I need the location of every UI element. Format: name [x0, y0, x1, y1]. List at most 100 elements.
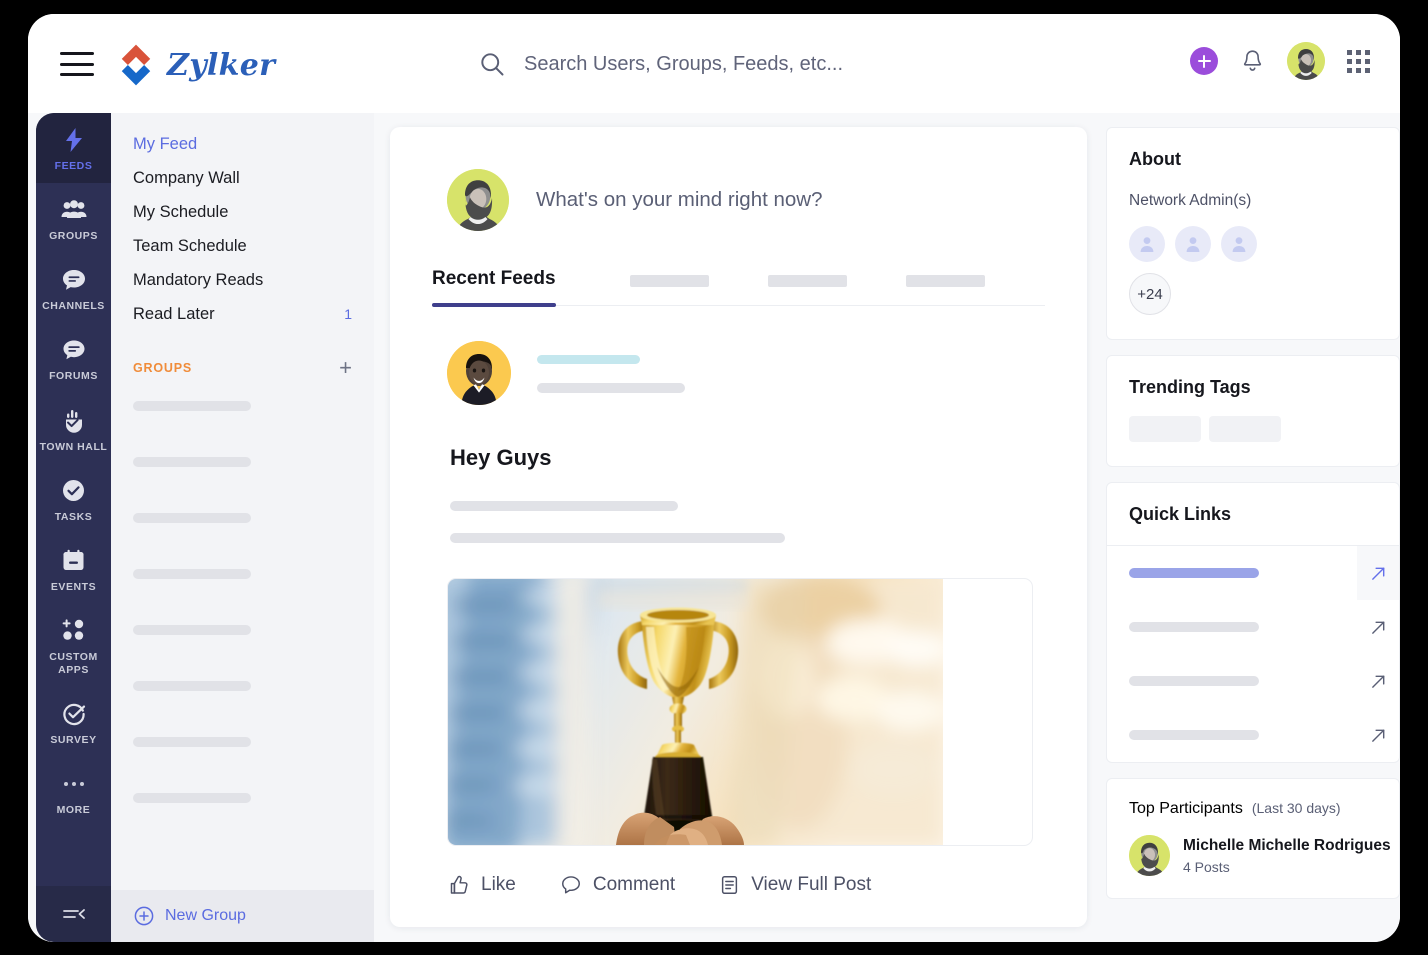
sidebar-item-more[interactable]: MORE [36, 757, 111, 827]
subnav-item-my-feed[interactable]: My Feed [111, 127, 374, 161]
network-admins-label: Network Admin(s) [1129, 192, 1252, 209]
plus-circle-outline-icon [134, 906, 154, 926]
quick-link-row[interactable] [1107, 654, 1399, 708]
external-link-arrow-icon[interactable] [1357, 708, 1399, 762]
list-item[interactable] [133, 681, 251, 691]
avatar[interactable] [1221, 226, 1257, 262]
list-item[interactable]: Michelle Michelle Rodrigues 4 Posts [1107, 818, 1399, 898]
quick-link-label-placeholder [1129, 622, 1259, 632]
avatar[interactable] [1175, 226, 1211, 262]
list-item[interactable] [133, 737, 251, 747]
group-placeholder-list [111, 401, 374, 803]
external-link-arrow-icon[interactable] [1357, 600, 1399, 654]
sidebar-item-survey[interactable]: SURVEY [36, 687, 111, 757]
quick-links-card: Quick Links [1106, 482, 1400, 763]
quick-links-rows [1107, 545, 1399, 762]
top-participants-subtitle: (Last 30 days) [1251, 800, 1341, 816]
subnav-item-my-schedule[interactable]: My Schedule [111, 195, 374, 229]
quick-link-row[interactable] [1107, 600, 1399, 654]
top-participants-card: Top Participants (Last 30 days) Michelle… [1106, 778, 1400, 899]
sidebar-label-survey: SURVEY [50, 734, 97, 747]
collapse-sidebar-icon[interactable] [36, 886, 111, 942]
quick-link-label-placeholder [1129, 676, 1259, 686]
list-item[interactable] [133, 457, 251, 467]
subnav-item-company-wall[interactable]: Company Wall [111, 161, 374, 195]
sidebar-item-channels[interactable]: CHANNELS [36, 253, 111, 323]
lightning-bolt-icon [61, 127, 87, 153]
admin-avatar-row [1129, 226, 1399, 262]
brand-logo[interactable]: Zylker [113, 42, 275, 88]
tab-placeholder-1[interactable] [629, 275, 709, 287]
list-item[interactable] [133, 513, 251, 523]
person-icon [1232, 237, 1246, 252]
sidebar-item-town-hall[interactable]: TOWN HALL [36, 394, 111, 464]
sidebar-item-feeds[interactable]: FEEDS [36, 113, 111, 184]
tag-placeholder[interactable] [1209, 416, 1281, 442]
quick-link-label-placeholder [1129, 730, 1259, 740]
app-window: Zylker Search Users, Groups, Feeds, etc.… [28, 14, 1400, 942]
right-sidebar: About Network Admin(s) +24 Trending Tags… [1106, 127, 1400, 942]
add-group-icon[interactable]: + [339, 357, 352, 379]
megaphone-icon [61, 408, 87, 434]
composer-placeholder[interactable]: What's on your mind right now? [536, 188, 823, 212]
tab-placeholder-3[interactable] [905, 275, 985, 287]
sidebar-item-groups[interactable]: GROUPS [36, 183, 111, 253]
sidebar-item-forums[interactable]: FORUMS [36, 323, 111, 393]
post-composer[interactable]: What's on your mind right now? [390, 127, 1087, 231]
sidebar-item-tasks[interactable]: TASKS [36, 464, 111, 534]
new-group-button[interactable]: New Group [111, 890, 374, 942]
view-full-post-button[interactable]: View Full Post [719, 874, 871, 896]
external-link-arrow-icon[interactable] [1357, 546, 1399, 600]
sidebar-label-feeds: FEEDS [54, 160, 93, 172]
tag-placeholder[interactable] [1129, 416, 1201, 442]
about-body: Network Admin(s) +24 [1107, 170, 1399, 339]
rail-spacer [36, 827, 111, 886]
avatar[interactable] [1129, 226, 1165, 262]
subnav-item-team-schedule[interactable]: Team Schedule [111, 229, 374, 263]
grid-apps-icon[interactable] [1347, 49, 1370, 73]
post-author-name-placeholder [537, 355, 640, 364]
quick-link-row[interactable] [1107, 708, 1399, 762]
search-icon [481, 53, 504, 76]
post-header [390, 306, 1087, 405]
external-link-arrow-icon[interactable] [1357, 654, 1399, 708]
profile-avatar[interactable] [1287, 42, 1325, 80]
quick-link-row[interactable] [1107, 546, 1399, 600]
search-input[interactable] [524, 52, 984, 76]
comment-button[interactable]: Comment [560, 874, 675, 896]
chat-bubbles-icon [61, 337, 87, 363]
participant-post-count: 4 Posts [1183, 858, 1230, 875]
tab-placeholder-2[interactable] [767, 275, 847, 287]
sidebar-label-town-hall: TOWN HALL [39, 440, 108, 453]
list-item[interactable] [133, 401, 251, 411]
document-icon [722, 876, 738, 894]
subnav-item-read-later[interactable]: Read Later 1 [111, 297, 374, 331]
sidebar-label-more: MORE [56, 804, 91, 817]
plus-circle-icon[interactable] [1190, 47, 1218, 75]
subnav-label: Mandatory Reads [133, 270, 264, 289]
survey-check-icon [61, 701, 87, 727]
sidebar-item-custom-apps[interactable]: CUSTOM APPS [36, 604, 111, 687]
sidebar-label-tasks: TASKS [54, 510, 93, 523]
tab-recent-feeds[interactable]: Recent Feeds [432, 268, 556, 307]
post-body-line [450, 501, 678, 511]
feed-tabs: Recent Feeds [432, 268, 1045, 307]
sidebar-label-forums: FORUMS [49, 370, 98, 383]
post-attachment[interactable] [447, 578, 1033, 846]
subnav-item-mandatory-reads[interactable]: Mandatory Reads [111, 263, 374, 297]
post-author-avatar[interactable] [447, 341, 511, 405]
search-bar[interactable] [478, 44, 998, 84]
feed-panel: What's on your mind right now? Recent Fe… [390, 127, 1087, 927]
list-item[interactable] [133, 569, 251, 579]
bell-icon[interactable] [1240, 48, 1265, 74]
list-item[interactable] [133, 625, 251, 635]
view-full-post-label: View Full Post [751, 874, 872, 895]
sidebar-item-events[interactable]: EVENTS [36, 534, 111, 604]
people-group-icon [61, 197, 87, 223]
check-circle-icon [61, 478, 87, 504]
like-button[interactable]: Like [448, 874, 516, 896]
more-admins-badge[interactable]: +24 [1129, 273, 1171, 315]
list-item[interactable] [133, 793, 251, 803]
hamburger-menu-icon[interactable] [60, 52, 94, 76]
primary-icon-sidebar: FEEDS GROUPS CHANNELS FORUMS TOWN HALL T… [36, 113, 111, 942]
